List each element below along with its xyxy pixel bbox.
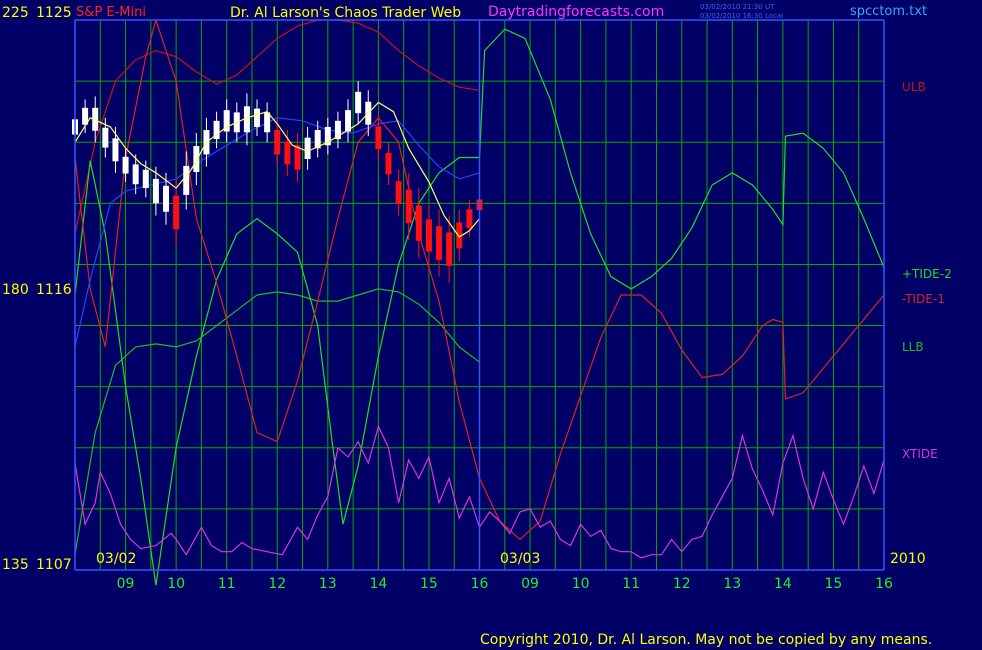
price-bar <box>385 152 392 175</box>
copyright-notice: Copyright 2010, Dr. Al Larson. May not b… <box>480 632 932 648</box>
price-bar <box>375 126 382 150</box>
x-tick-label: 09 <box>521 576 539 592</box>
x-tick-label: 16 <box>875 576 893 592</box>
series-label-xtide: XTIDE <box>902 447 938 461</box>
ytick-price-bottom: 1107 <box>36 557 72 573</box>
price-bar <box>102 127 109 148</box>
price-bar <box>284 141 291 165</box>
ut-timestamp: 03/02/2010 21:30 UT <box>700 3 775 11</box>
price-bar <box>173 195 180 230</box>
x-tick-label: 10 <box>572 576 590 592</box>
price-bar <box>274 130 281 155</box>
price-bar <box>446 232 453 266</box>
price-bar <box>254 108 261 127</box>
ytick-price-top: 1125 <box>36 5 72 21</box>
price-bar <box>183 165 190 195</box>
price-bar <box>193 146 200 173</box>
ytick-price-mid: 1116 <box>36 282 72 298</box>
year-label: 2010 <box>890 551 926 567</box>
series-label-llb: LLB <box>902 340 924 354</box>
x-tick-label: 11 <box>218 576 236 592</box>
data-file-name: spcctom.txt <box>850 4 927 19</box>
x-tick-label: 15 <box>420 576 438 592</box>
series-label--tide-2: +TIDE-2 <box>902 267 952 281</box>
date-label-0303: 03/03 <box>500 551 540 567</box>
price-bar <box>304 137 311 160</box>
price-bar <box>436 226 443 260</box>
price-bar <box>415 205 422 241</box>
x-tick-label: 16 <box>471 576 489 592</box>
price-bar <box>294 145 301 170</box>
x-tick-label: 13 <box>319 576 337 592</box>
ytick-osc-top: 225 <box>2 5 29 21</box>
x-tick-label: 15 <box>825 576 843 592</box>
price-bar <box>163 185 170 212</box>
x-tick-label: 10 <box>167 576 185 592</box>
chart-title: Dr. Al Larson's Chaos Trader Web <box>230 5 461 21</box>
instrument-label: S&P E-Mini <box>76 5 146 20</box>
x-tick-label: 11 <box>622 576 640 592</box>
x-tick-label: 09 <box>117 576 135 592</box>
price-bar <box>405 189 412 224</box>
x-tick-label: 14 <box>369 576 387 592</box>
price-bar <box>264 112 271 133</box>
x-tick-label: 12 <box>268 576 286 592</box>
local-timestamp: 03/02/2010 16:30 Local <box>700 12 783 20</box>
chart-axes: 09 10 11 12 13 14 15 16 09 10 11 12 13 14 15 16 ULB +TIDE… <box>74 19 952 592</box>
ytick-osc-bottom: 135 <box>2 557 29 573</box>
price-bar <box>152 178 159 204</box>
series-label--tide-1: -TIDE-1 <box>902 292 945 306</box>
price-bar <box>142 169 149 189</box>
price-bar <box>425 219 432 252</box>
series-label-ulb: ULB <box>902 80 926 94</box>
date-label-0302: 03/02 <box>96 551 136 567</box>
price-bar <box>395 181 402 205</box>
price-bar <box>466 209 473 228</box>
site-link[interactable]: Daytradingforecasts.com <box>488 4 664 20</box>
price-bar <box>122 156 129 174</box>
price-bar <box>132 164 139 185</box>
x-tick-label: 13 <box>723 576 741 592</box>
x-tick-label: 12 <box>673 576 691 592</box>
price-bar <box>355 91 362 114</box>
chaos-trader-chart: 09 10 11 12 13 14 15 16 09 10 11 12 13 14 15 16 ULB +TIDE… <box>2 3 952 648</box>
price-bar <box>112 138 119 162</box>
ytick-osc-mid: 180 <box>2 282 29 298</box>
x-tick-label: 14 <box>774 576 792 592</box>
